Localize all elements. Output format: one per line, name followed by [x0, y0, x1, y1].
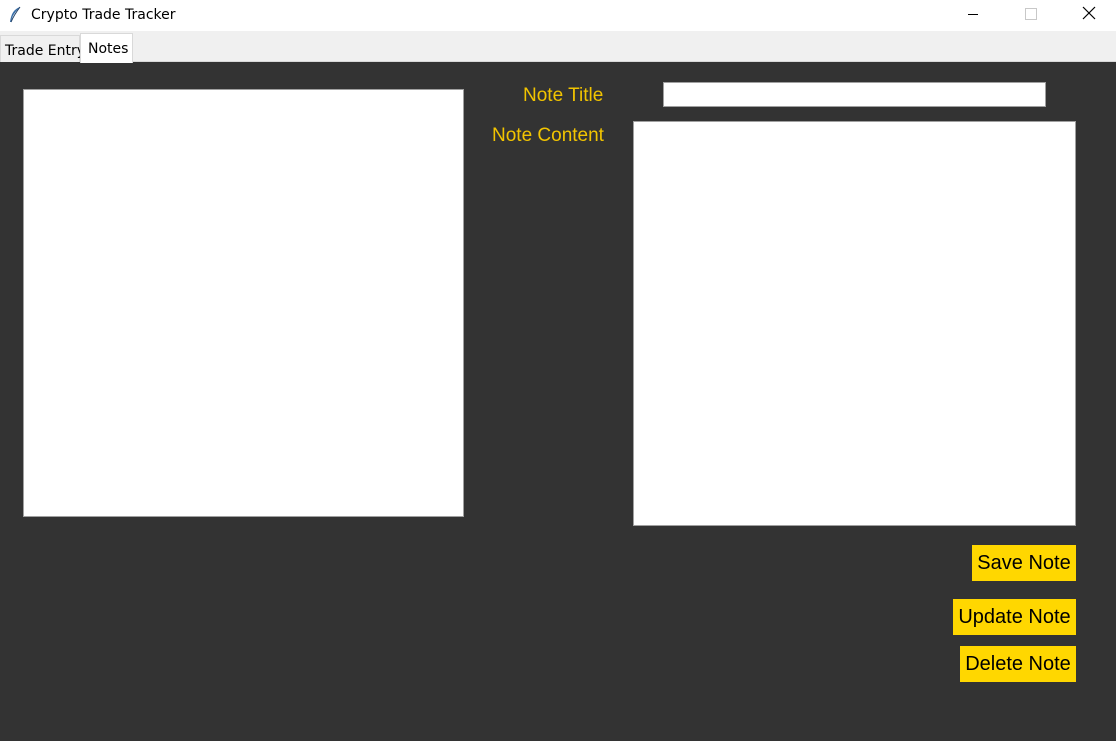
- notes-listbox[interactable]: [23, 89, 464, 517]
- title-bar: Crypto Trade Tracker: [0, 0, 1116, 31]
- note-title-input[interactable]: [663, 82, 1046, 107]
- window-title: Crypto Trade Tracker: [31, 7, 176, 23]
- app-window: Crypto Trade Tracker Trade Entry Notes N…: [0, 0, 1116, 741]
- close-button[interactable]: [1060, 0, 1116, 31]
- note-title-label: Note Title: [523, 85, 604, 106]
- tab-notes[interactable]: Notes: [80, 33, 133, 63]
- save-note-button[interactable]: Save Note: [972, 545, 1076, 581]
- close-icon: [1082, 6, 1096, 25]
- maximize-icon: [1025, 7, 1037, 25]
- delete-note-button[interactable]: Delete Note: [960, 646, 1076, 682]
- maximize-button[interactable]: [1002, 0, 1060, 31]
- tab-divider: [0, 61, 1116, 62]
- tab-strip: [0, 31, 1116, 62]
- tab-trade-entry[interactable]: Trade Entry: [0, 35, 85, 62]
- note-content-label: Note Content: [492, 125, 604, 146]
- update-note-button[interactable]: Update Note: [953, 599, 1076, 635]
- note-content-textarea[interactable]: [633, 121, 1076, 526]
- feather-icon: [8, 6, 22, 24]
- minimize-button[interactable]: [944, 0, 1002, 31]
- minimize-icon: [967, 7, 979, 25]
